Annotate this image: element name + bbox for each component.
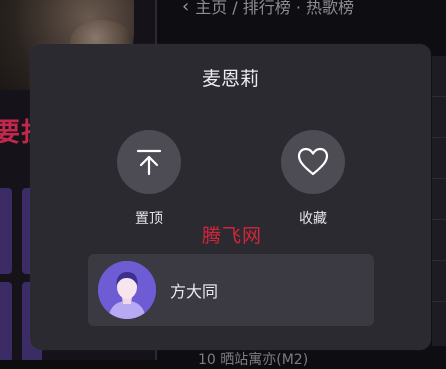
background-card [0,188,12,274]
singer-avatar [98,261,156,319]
back-chevron-icon: ‹ [182,0,190,17]
breadcrumb-text: 主页 / 排行榜 · 热歌榜 [195,0,355,17]
song-action-sheet: 麦恩莉 置顶 收藏 腾飞网 方大同 [30,44,431,350]
pin-to-top-button[interactable]: 置顶 [117,130,181,228]
background-card [0,282,12,360]
watermark-text: 腾飞网 [202,225,263,247]
background-list-item-text: 10 晒站寓亦(M2) [198,352,309,368]
heart-outline-icon[interactable] [281,130,345,194]
background-breadcrumb: ‹ 主页 / 排行榜 · 热歌榜 [182,0,354,18]
background-list-edge [432,56,446,346]
singer-name: 方大同 [170,282,219,301]
favorite-label: 收藏 [299,211,327,227]
pin-to-top-label: 置顶 [135,211,163,227]
sheet-title: 麦恩莉 [201,68,259,90]
singer-card[interactable]: 方大同 [88,254,374,326]
favorite-button[interactable]: 收藏 [281,130,345,228]
pin-to-top-icon[interactable] [117,130,181,194]
